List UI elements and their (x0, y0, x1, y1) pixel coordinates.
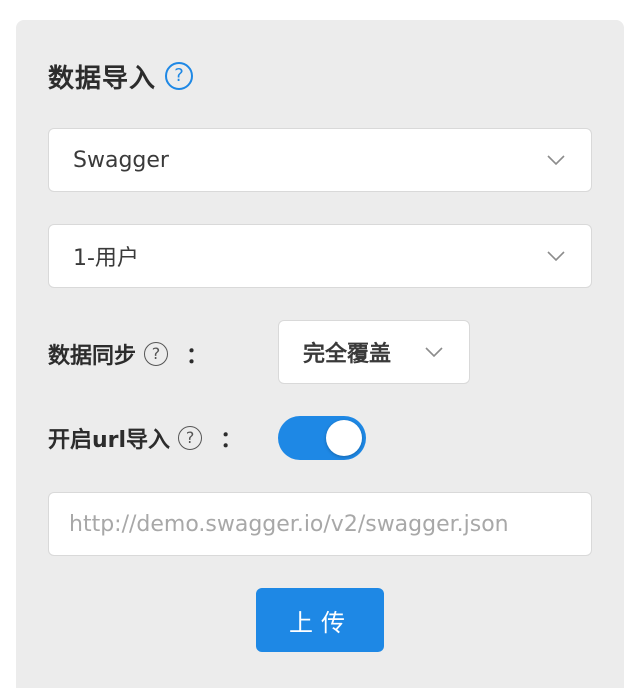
url-import-colon: ： (220, 428, 243, 453)
chevron-down-icon (547, 251, 565, 261)
sync-label: 数据同步 (48, 344, 137, 369)
sync-label-row: 数据同步 ? ： (48, 336, 208, 372)
source-type-select[interactable]: Swagger (48, 128, 592, 192)
source-type-value: Swagger (73, 147, 169, 173)
project-select[interactable]: 1-用户 (48, 224, 592, 288)
sync-mode-value: 完全覆盖 (303, 342, 392, 367)
upload-button[interactable]: 上传 (256, 588, 384, 652)
url-import-label-row: 开启url导入 ? ： (48, 420, 242, 456)
url-input[interactable] (48, 492, 592, 556)
question-circle-icon[interactable]: ? (144, 342, 169, 366)
sync-colon: ： (186, 344, 209, 369)
page-title: 数据导入 (48, 63, 157, 94)
url-import-label: 开启url导入 (48, 428, 171, 453)
project-value: 1-用户 (73, 246, 139, 271)
chevron-down-icon (425, 347, 443, 357)
question-circle-icon[interactable]: ? (178, 426, 203, 450)
import-header: 数据导入 ? (48, 58, 194, 94)
url-import-toggle[interactable] (278, 416, 366, 460)
chevron-down-icon (547, 155, 565, 165)
toggle-knob (326, 420, 362, 456)
question-circle-icon[interactable]: ? (165, 62, 194, 90)
sync-mode-select[interactable]: 完全覆盖 (278, 320, 470, 384)
